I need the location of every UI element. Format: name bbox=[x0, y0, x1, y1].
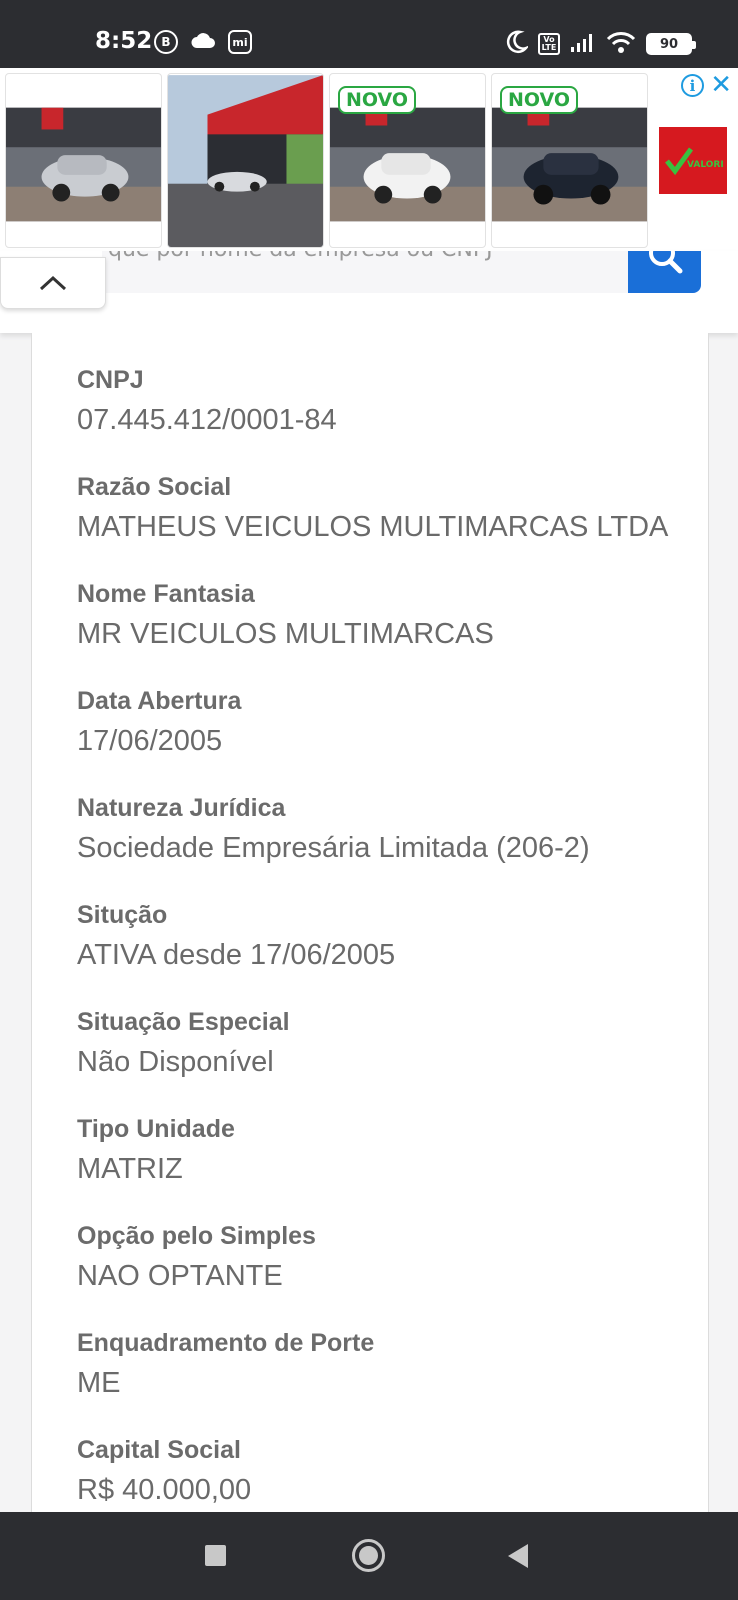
field-opcao-simples: Opção pelo Simples NAO OPTANTE bbox=[77, 1222, 316, 1293]
back-button[interactable] bbox=[508, 1544, 528, 1568]
field-label: Opção pelo Simples bbox=[77, 1222, 316, 1250]
ad-card-store[interactable] bbox=[167, 73, 324, 248]
field-value: ATIVA desde 17/06/2005 bbox=[77, 939, 396, 971]
field-razao-social: Razão Social MATHEUS VEICULOS MULTIMARCA… bbox=[77, 473, 668, 544]
field-label: Data Abertura bbox=[77, 687, 242, 715]
navigation-bar bbox=[0, 1512, 738, 1600]
field-situacao: Situção ATIVA desde 17/06/2005 bbox=[77, 901, 395, 972]
signal-icon bbox=[570, 31, 596, 57]
b-badge-icon: B bbox=[154, 30, 178, 54]
field-value: Não Disponível bbox=[77, 1046, 274, 1078]
ad-card-car-white[interactable]: NOVO bbox=[329, 73, 486, 248]
field-label: Natureza Jurídica bbox=[77, 794, 286, 822]
search-bar: que por nome da empresa ou CNPJ bbox=[0, 251, 738, 333]
ad-card-car-silver[interactable] bbox=[5, 73, 162, 248]
close-icon[interactable]: ✕ bbox=[710, 70, 732, 100]
store-photo bbox=[168, 75, 323, 247]
field-value: MATRIZ bbox=[77, 1153, 183, 1185]
cloud-icon bbox=[190, 31, 216, 53]
info-icon[interactable]: i bbox=[681, 74, 704, 97]
search-input[interactable]: que por nome da empresa ou CNPJ bbox=[102, 251, 628, 293]
ad-card-car-black[interactable]: NOVO bbox=[491, 73, 648, 248]
chevron-up-icon bbox=[39, 275, 67, 291]
field-label: Situação Especial bbox=[77, 1008, 290, 1036]
field-nome-fantasia: Nome Fantasia MR VEICULOS MULTIMARCAS bbox=[77, 580, 494, 651]
car-photo bbox=[6, 107, 161, 222]
field-label: Situção bbox=[77, 901, 168, 929]
wifi-icon bbox=[606, 31, 636, 57]
field-enquadramento-porte: Enquadramento de Porte ME bbox=[77, 1329, 374, 1400]
recents-button[interactable] bbox=[205, 1545, 226, 1566]
search-button[interactable] bbox=[628, 251, 701, 293]
advertiser-logo[interactable]: VALORIZA bbox=[659, 127, 727, 194]
company-details-card: CNPJ 07.445.412/0001-84 Razão Social MAT… bbox=[31, 333, 709, 1513]
field-value: 17/06/2005 bbox=[77, 725, 223, 757]
collapse-button[interactable] bbox=[0, 257, 106, 309]
field-value: Sociedade Empresária Limitada (206-2) bbox=[77, 832, 590, 864]
novo-badge: NOVO bbox=[338, 86, 417, 114]
field-tipo-unidade: Tipo Unidade MATRIZ bbox=[77, 1115, 235, 1186]
field-value: NAO OPTANTE bbox=[77, 1260, 283, 1292]
volte-icon: Vo LTE bbox=[538, 33, 560, 55]
field-natureza-juridica: Natureza Jurídica Sociedade Empresária L… bbox=[77, 794, 590, 865]
field-data-abertura: Data Abertura 17/06/2005 bbox=[77, 687, 241, 758]
novo-badge: NOVO bbox=[500, 86, 579, 114]
clock: 8:52 bbox=[95, 28, 153, 54]
home-button[interactable] bbox=[352, 1539, 385, 1572]
field-label: Capital Social bbox=[77, 1436, 241, 1464]
field-label: Enquadramento de Porte bbox=[77, 1329, 375, 1357]
field-label: Razão Social bbox=[77, 473, 232, 501]
car-photo bbox=[330, 107, 485, 222]
check-logo-icon: VALORIZA bbox=[665, 147, 723, 175]
search-icon bbox=[649, 251, 683, 274]
field-capital-social: Capital Social R$ 40.000,00 bbox=[77, 1436, 251, 1507]
field-situacao-especial: Situação Especial Não Disponível bbox=[77, 1008, 290, 1079]
field-value: R$ 40.000,00 bbox=[77, 1474, 252, 1506]
svg-text:VALORIZA: VALORIZA bbox=[687, 160, 723, 170]
car-photo bbox=[492, 107, 647, 222]
field-label: Nome Fantasia bbox=[77, 580, 255, 608]
status-bar: 8:52 B mi Vo LTE 90 bbox=[0, 0, 738, 68]
ad-banner[interactable]: NOVO NOVO i ✕ VALORIZA bbox=[0, 68, 738, 251]
moon-icon bbox=[506, 30, 530, 58]
field-label: Tipo Unidade bbox=[77, 1115, 235, 1143]
field-value: MR VEICULOS MULTIMARCAS bbox=[77, 618, 494, 650]
mi-icon: mi bbox=[228, 30, 252, 54]
battery-icon: 90 bbox=[646, 33, 696, 55]
field-cnpj: CNPJ 07.445.412/0001-84 bbox=[77, 366, 337, 437]
field-value: 07.445.412/0001-84 bbox=[77, 404, 337, 436]
field-label: CNPJ bbox=[77, 366, 144, 394]
field-value: ME bbox=[77, 1367, 121, 1399]
field-value: MATHEUS VEICULOS MULTIMARCAS LTDA bbox=[77, 511, 669, 543]
